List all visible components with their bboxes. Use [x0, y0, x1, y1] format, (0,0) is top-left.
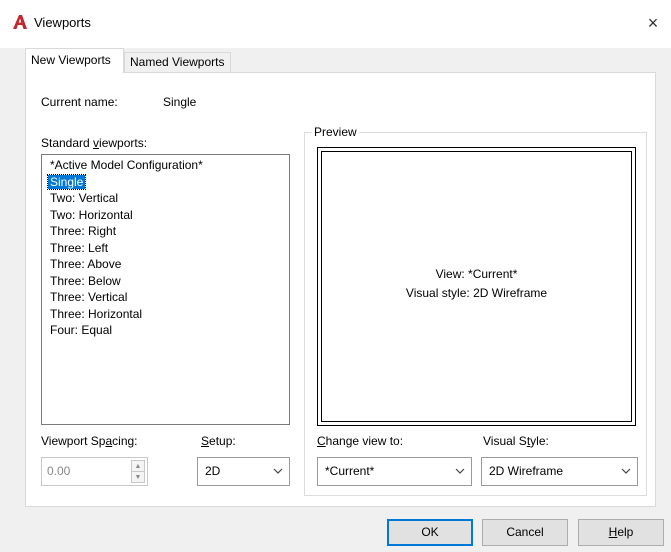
window-title: Viewports [34, 15, 91, 30]
visual-style-dropdown[interactable]: 2D Wireframe [481, 457, 638, 486]
list-item[interactable]: Two: Vertical [48, 190, 289, 207]
chevron-down-icon [455, 467, 465, 475]
viewports-dialog: Viewports × New Viewports Named Viewport… [0, 0, 671, 552]
viewport-spacing-value: 0.00 [47, 464, 71, 478]
cancel-button[interactable]: Cancel [482, 519, 568, 546]
spin-down-icon[interactable]: ▼ [132, 472, 144, 483]
preview-label: Preview [312, 125, 359, 139]
ok-button[interactable]: OK [387, 519, 473, 546]
list-item[interactable]: *Active Model Configuration* [48, 157, 289, 174]
list-item[interactable]: Three: Horizontal [48, 306, 289, 323]
tab-new-viewports[interactable]: New Viewports [25, 48, 124, 73]
chevron-down-icon [273, 467, 283, 475]
change-view-label: Change view to: [317, 434, 404, 448]
current-name-value: Single [163, 95, 197, 109]
list-item[interactable]: Four: Equal [48, 322, 289, 339]
autocad-logo-icon [12, 14, 28, 30]
standard-viewports-label: Standard viewports: [41, 136, 148, 150]
setup-dropdown[interactable]: 2D [197, 457, 290, 486]
spin-up-icon[interactable]: ▲ [132, 461, 144, 472]
preview-style-text: Visual style: 2D Wireframe [405, 286, 548, 300]
setup-value: 2D [205, 464, 221, 478]
preview-view-text: View: *Current* [435, 267, 518, 281]
spin-buttons: ▲ ▼ [131, 460, 145, 483]
visual-style-value: 2D Wireframe [489, 464, 564, 478]
standard-viewports-list[interactable]: *Active Model Configuration* Single Two:… [41, 154, 290, 425]
tab-named-viewports[interactable]: Named Viewports [124, 52, 231, 73]
viewport-spacing-label: Viewport Spacing: [41, 434, 138, 448]
close-icon[interactable]: × [640, 10, 666, 36]
list-item[interactable]: Two: Horizontal [48, 207, 289, 224]
visual-style-label: Visual Style: [483, 434, 549, 448]
change-view-value: *Current* [325, 464, 375, 478]
help-button[interactable]: Help [578, 519, 664, 546]
title-bar: Viewports × [0, 0, 671, 48]
list-item[interactable]: Three: Below [48, 273, 289, 290]
viewport-spacing-stepper[interactable]: 0.00 ▲ ▼ [41, 457, 148, 486]
chevron-down-icon [621, 467, 631, 475]
list-item[interactable]: Three: Above [48, 256, 289, 273]
current-name-label: Current name: [41, 95, 118, 109]
list-item-selected[interactable]: Single [46, 173, 289, 191]
setup-label: Setup: [201, 434, 236, 448]
list-item[interactable]: Three: Vertical [48, 289, 289, 306]
change-view-dropdown[interactable]: *Current* [317, 457, 472, 486]
list-item[interactable]: Three: Left [48, 240, 289, 257]
list-item[interactable]: Three: Right [48, 223, 289, 240]
